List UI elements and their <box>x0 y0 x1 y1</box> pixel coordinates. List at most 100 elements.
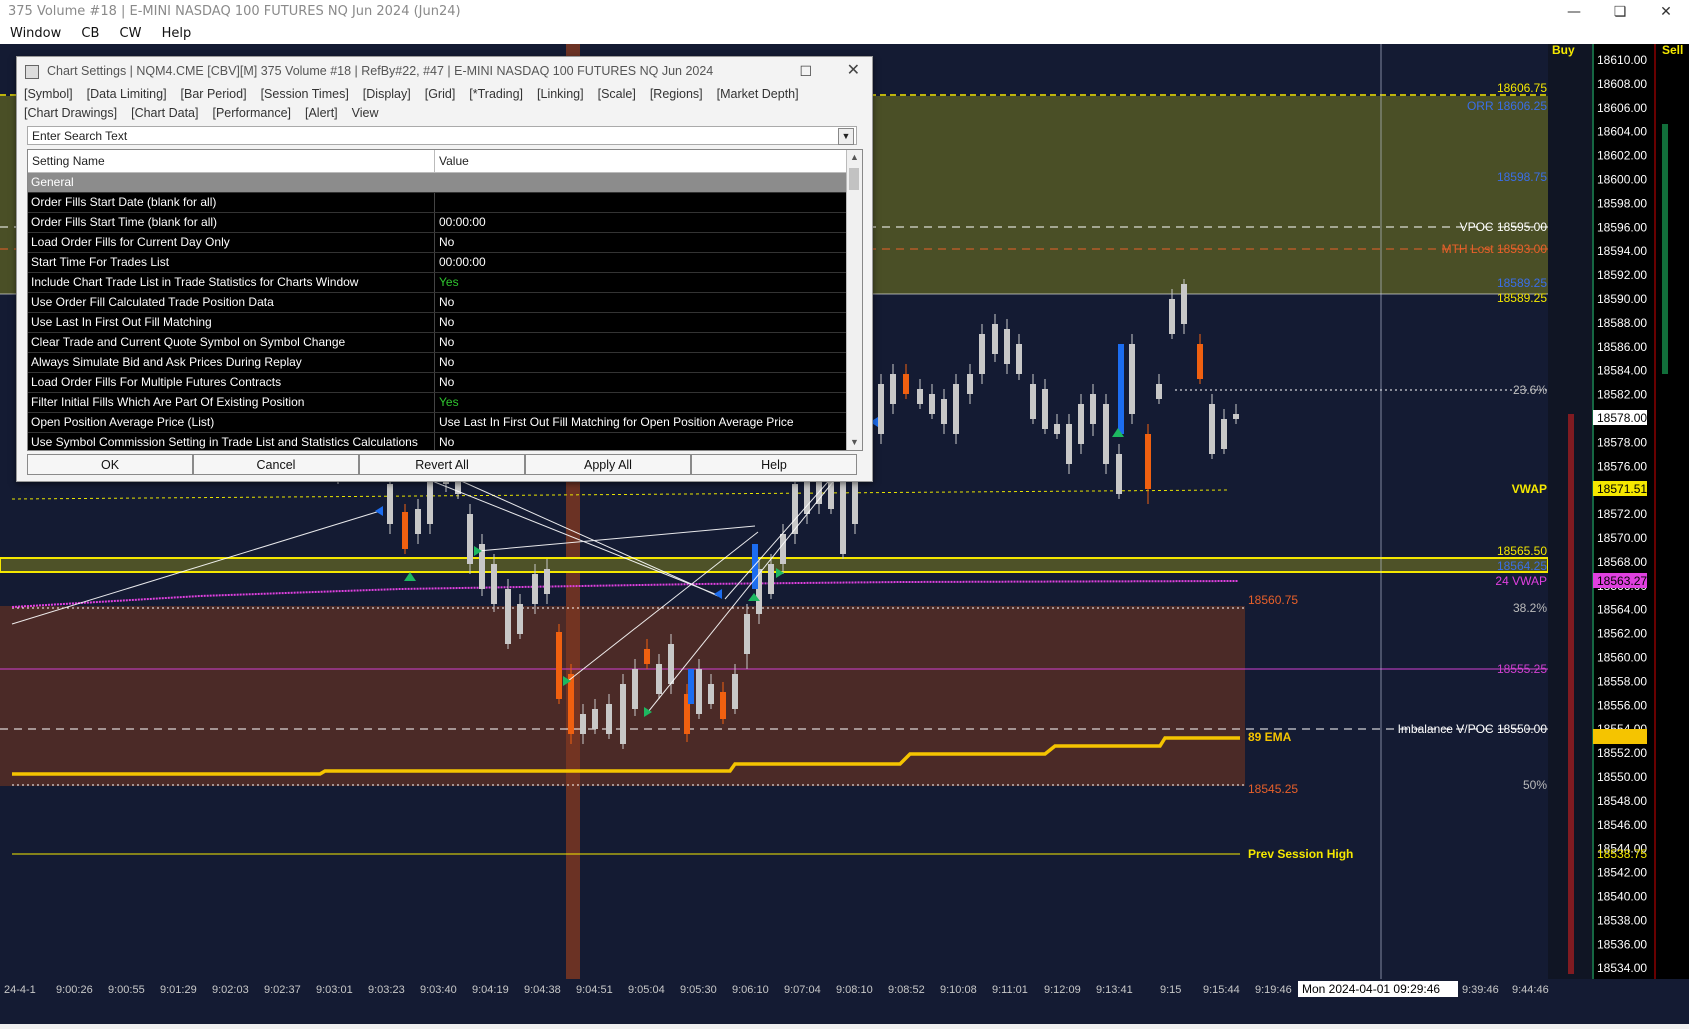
setting-value[interactable]: 00:00:00 <box>439 213 486 232</box>
settings-tabs-row1: [Symbol] [Data Limiting] [Bar Period] [Sess… <box>17 85 872 104</box>
setting-value[interactable]: No <box>439 333 454 352</box>
prev-session-label: Prev Session High <box>1248 847 1353 861</box>
tab-grid[interactable]: [Grid] <box>425 87 456 101</box>
table-row[interactable]: Load Order Fills for Current Day Only No <box>28 233 862 253</box>
grid-scrollbar[interactable]: ▲ ▼ <box>846 150 862 450</box>
setting-value[interactable]: No <box>439 293 454 312</box>
setting-name: Order Fills Start Time (blank for all) <box>31 215 218 229</box>
setting-value[interactable]: 00:00:00 <box>439 253 486 272</box>
price-tick: 18590.00 <box>1597 292 1647 306</box>
tab-symbol[interactable]: [Symbol] <box>24 87 73 101</box>
candle-body <box>580 714 586 734</box>
dialog-close-icon[interactable]: ✕ <box>847 57 860 85</box>
table-row[interactable]: Order Fills Start Date (blank for all) <box>28 193 862 213</box>
tab-session-times[interactable]: [Session Times] <box>261 87 349 101</box>
close-icon[interactable]: ✕ <box>1643 0 1689 24</box>
cancel-button[interactable]: Cancel <box>193 454 359 475</box>
candle-body <box>708 684 714 704</box>
ok-button[interactable]: OK <box>27 454 193 475</box>
menu-cb[interactable]: CB <box>81 26 99 41</box>
scroll-up-icon[interactable]: ▲ <box>847 150 862 165</box>
table-row[interactable]: Use Symbol Commission Setting in Trade L… <box>28 433 862 450</box>
col-setting-name[interactable]: Setting Name <box>32 150 105 172</box>
candle-body <box>1103 404 1109 464</box>
category-general[interactable]: General <box>28 173 862 193</box>
price-tick: 18576.00 <box>1597 459 1647 473</box>
restore-icon[interactable]: ❏ <box>1597 0 1643 24</box>
setting-value[interactable]: No <box>439 373 454 392</box>
dialog-titlebar[interactable]: Chart Settings | NQM4.CME [CBV][M] 375 V… <box>17 57 872 85</box>
candle-body <box>415 509 421 534</box>
tab-scale[interactable]: [Scale] <box>598 87 636 101</box>
table-row[interactable]: Start Time For Trades List 00:00:00 <box>28 253 862 273</box>
price-tick: 18588.00 <box>1597 316 1647 330</box>
table-row[interactable]: Always Simulate Bid and Ask Prices Durin… <box>28 353 862 373</box>
setting-value[interactable]: Yes <box>439 273 459 292</box>
setting-value[interactable]: Use Last In First Out Fill Matching for … <box>439 413 794 432</box>
table-row[interactable]: Order Fills Start Time (blank for all) 00… <box>28 213 862 233</box>
setting-value[interactable]: No <box>439 353 454 372</box>
level-label-l3b: 18564.25 <box>1497 559 1547 573</box>
revert-all-button[interactable]: Revert All <box>359 454 525 475</box>
search-input[interactable]: Enter Search Text ▼ <box>27 126 857 145</box>
chart-settings-icon <box>25 65 39 79</box>
maximize-icon[interactable]: ☐ <box>799 57 812 85</box>
tab-bar-period[interactable]: [Bar Period] <box>181 87 247 101</box>
menu-window[interactable]: Window <box>10 26 61 41</box>
minimize-icon[interactable]: — <box>1551 0 1597 24</box>
level-label-l1: 18598.75 <box>1497 170 1547 184</box>
time-tick: 9:11:01 <box>992 984 1028 996</box>
menu-help[interactable]: Help <box>162 26 192 41</box>
table-row[interactable]: Include Chart Trade List in Trade Statis… <box>28 273 862 293</box>
tab-data-limiting[interactable]: [Data Limiting] <box>87 87 167 101</box>
tab-chart-drawings[interactable]: [Chart Drawings] <box>24 106 117 120</box>
price-tick: 18584.00 <box>1597 364 1647 378</box>
col-value[interactable]: Value <box>439 150 469 172</box>
setting-name: Filter Initial Fills Which Are Part Of E… <box>31 395 305 409</box>
window-titlebar: 375 Volume #18 | E-MINI NASDAQ 100 FUTUR… <box>0 0 1689 24</box>
apply-all-button[interactable]: Apply All <box>525 454 691 475</box>
tab-market-depth[interactable]: [Market Depth] <box>717 87 799 101</box>
scroll-thumb[interactable] <box>849 168 859 190</box>
vwap24-line <box>11 580 1239 608</box>
setting-value[interactable]: Yes <box>439 393 459 412</box>
candle-body <box>1209 404 1215 454</box>
tab-linking[interactable]: [Linking] <box>537 87 584 101</box>
time-tick: 9:02:03 <box>212 984 249 996</box>
scroll-down-icon[interactable]: ▼ <box>847 435 862 450</box>
price-tick: 18602.00 <box>1597 149 1647 163</box>
prev-high-price-flag: 18538.75 <box>1597 847 1647 861</box>
time-tick: 9:05:30 <box>680 984 717 996</box>
tab-performance[interactable]: [Performance] <box>212 106 291 120</box>
tab-trading[interactable]: [*Trading] <box>469 87 523 101</box>
tab-display[interactable]: [Display] <box>363 87 411 101</box>
setting-value[interactable]: No <box>439 433 454 450</box>
last-price-flag: 18578.00 <box>1597 411 1647 425</box>
chevron-down-icon[interactable]: ▼ <box>838 128 854 145</box>
tab-chart-data[interactable]: [Chart Data] <box>131 106 198 120</box>
table-row[interactable]: Use Last In First Out Fill Matching No <box>28 313 862 333</box>
table-row[interactable]: Filter Initial Fills Which Are Part Of E… <box>28 393 862 413</box>
chart-settings-dialog[interactable]: Chart Settings | NQM4.CME [CBV][M] 375 V… <box>16 56 873 482</box>
table-row[interactable]: Load Order Fills For Multiple Futures Co… <box>28 373 862 393</box>
candle-body <box>544 569 550 594</box>
setting-name: Clear Trade and Current Quote Symbol on … <box>31 335 346 349</box>
help-button[interactable]: Help <box>691 454 857 475</box>
setting-value[interactable]: No <box>439 313 454 332</box>
candle-body <box>1169 299 1175 334</box>
tab-alert[interactable]: [Alert] <box>305 106 338 120</box>
menu-cw[interactable]: CW <box>120 26 142 41</box>
table-row[interactable]: Open Position Average Price (List) Use La… <box>28 413 862 433</box>
tab-regions[interactable]: [Regions] <box>650 87 703 101</box>
candle-body <box>1181 284 1187 324</box>
settings-grid[interactable]: Setting Name Value General Order Fills S… <box>27 149 863 451</box>
setting-name: Open Position Average Price (List) <box>31 415 215 429</box>
sell-label: Sell <box>1662 44 1683 57</box>
table-row[interactable]: Clear Trade and Current Quote Symbol on … <box>28 333 862 353</box>
table-row[interactable]: Use Order Fill Calculated Trade Position… <box>28 293 862 313</box>
tab-view[interactable]: View <box>352 106 379 120</box>
level-label-l6: 18545.25 <box>1248 782 1298 796</box>
setting-value[interactable]: No <box>439 233 454 252</box>
candle-body <box>606 704 612 734</box>
window-title: 375 Volume #18 | E-MINI NASDAQ 100 FUTUR… <box>8 4 461 19</box>
